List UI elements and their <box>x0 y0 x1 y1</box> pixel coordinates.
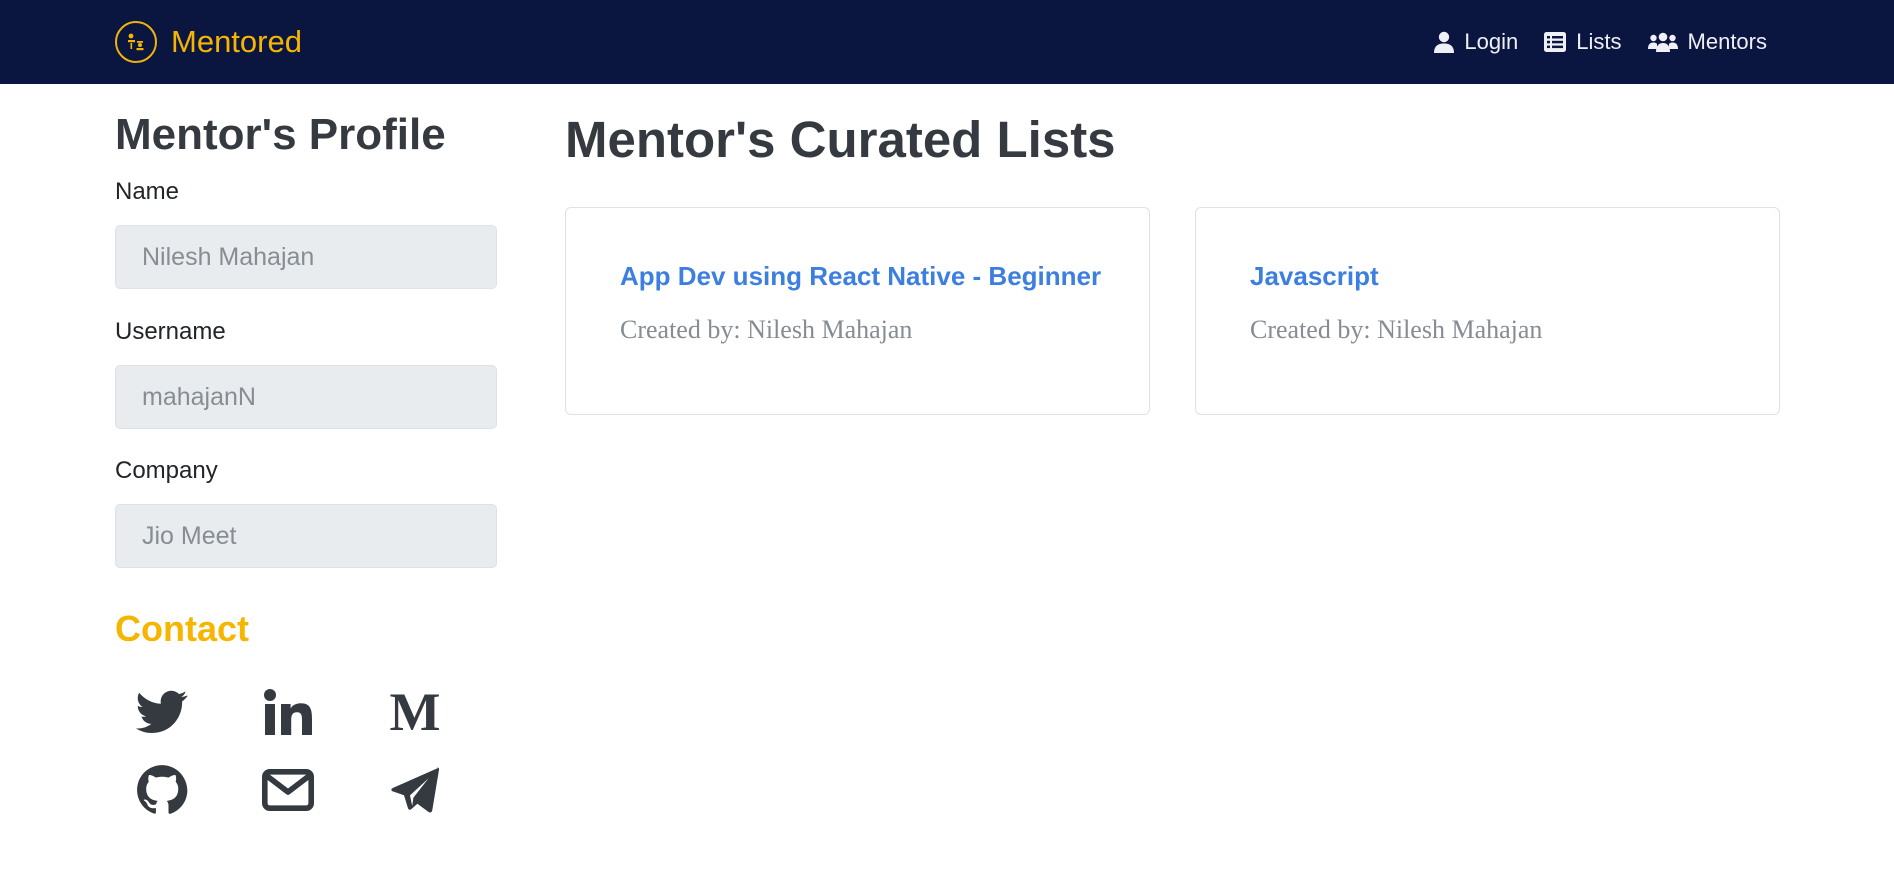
contact-title: Contact <box>115 608 249 649</box>
nav-mentors[interactable]: Mentors <box>1647 29 1767 55</box>
telegram-link[interactable] <box>385 760 445 820</box>
list-card-author: Created by: Nilesh Mahajan <box>1250 315 1543 344</box>
telegram-icon <box>391 767 439 813</box>
name-field[interactable] <box>115 225 497 289</box>
list-card-author: Created by: Nilesh Mahajan <box>620 315 913 344</box>
username-field[interactable] <box>115 365 497 429</box>
user-icon <box>1434 31 1455 53</box>
company-field[interactable] <box>115 504 497 568</box>
navbar: Mentored Login Lists Mentors <box>0 0 1894 84</box>
users-icon <box>1647 32 1678 52</box>
brand-link[interactable]: Mentored <box>115 19 302 65</box>
linkedin-link[interactable] <box>258 682 318 742</box>
list-card-title[interactable]: App Dev using React Native - Beginner <box>620 261 1101 292</box>
profile-title: Mentor's Profile <box>115 110 446 159</box>
company-label: Company <box>115 457 218 484</box>
brand-logo-icon <box>115 21 157 63</box>
medium-icon: M <box>389 682 441 742</box>
nav-mentors-label: Mentors <box>1687 29 1767 54</box>
list-icon <box>1544 32 1567 52</box>
medium-link[interactable]: M <box>385 682 445 742</box>
brand-name: Mentored <box>171 24 302 59</box>
github-link[interactable] <box>132 760 192 820</box>
twitter-link[interactable] <box>132 682 192 742</box>
name-label: Name <box>115 178 180 205</box>
nav-lists[interactable]: Lists <box>1544 29 1622 55</box>
email-icon <box>262 769 314 811</box>
list-card[interactable]: App Dev using React Native - Beginner Cr… <box>565 207 1150 415</box>
nav-login-label: Login <box>1464 29 1519 54</box>
twitter-icon <box>136 690 188 734</box>
linkedin-icon <box>264 689 312 735</box>
username-label: Username <box>115 318 226 345</box>
curated-lists-title: Mentor's Curated Lists <box>565 111 1116 168</box>
nav-links: Login Lists Mentors <box>1408 22 1767 62</box>
list-card[interactable]: Javascript Created by: Nilesh Mahajan <box>1195 207 1780 415</box>
nav-login[interactable]: Login <box>1434 29 1518 55</box>
list-card-title[interactable]: Javascript <box>1250 261 1379 292</box>
github-icon <box>137 765 188 814</box>
nav-lists-label: Lists <box>1576 29 1622 54</box>
email-link[interactable] <box>258 760 318 820</box>
